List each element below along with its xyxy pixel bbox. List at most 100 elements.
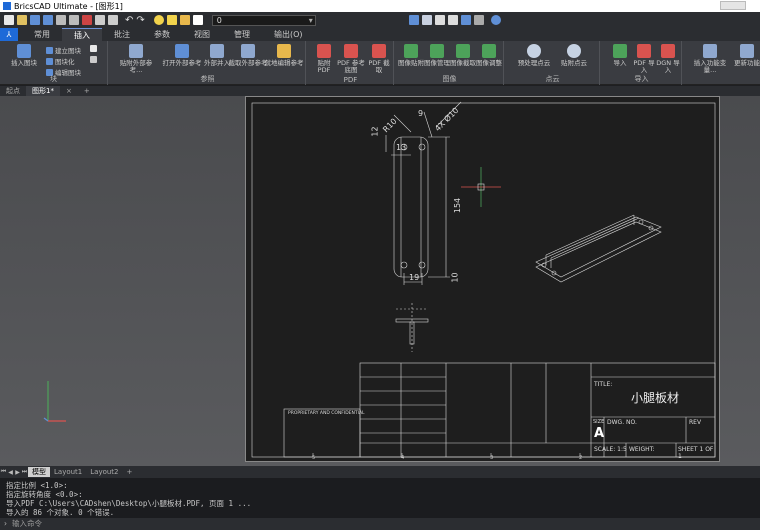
open-folder-icon[interactable] (17, 15, 27, 25)
tab-layout2[interactable]: Layout2 (86, 468, 122, 476)
tab-view[interactable]: 视图 (182, 28, 222, 41)
dgn-import-button[interactable]: DGN 导入 (656, 44, 680, 74)
zone-5: 5 (312, 455, 316, 461)
attach-pdf-button[interactable]: 贴附 PDF (312, 44, 336, 74)
next-layout-icon[interactable]: ▶ (14, 469, 21, 476)
close-tab-icon[interactable]: × (60, 86, 78, 96)
save-icon[interactable] (30, 15, 40, 25)
tab-output[interactable]: 输出(O) (262, 28, 315, 41)
image-group-label: 图像 (442, 75, 457, 83)
image-clip-button[interactable]: 图像截取 (450, 44, 476, 67)
drawing-canvas[interactable]: R10 9 4X Ø10 12 13 154 19 10 TITLE: 小腿板材… (0, 96, 760, 466)
first-layout-icon[interactable]: ⏮ (0, 468, 7, 476)
tab-home[interactable]: 常用 (22, 28, 62, 41)
preprocess-pointcloud-button[interactable]: 预处理点云 (514, 44, 554, 67)
ribbon-tab-bar: ⅄ 常用 插入 批注 参数 视图 管理 输出(O) (0, 28, 760, 41)
blockify-button[interactable]: 图块化 (46, 56, 75, 66)
pdf-clip-button[interactable]: PDF 截取 (366, 44, 392, 74)
import-button[interactable]: 导入 (608, 44, 632, 67)
scale-label: SCALE: 1:5 (594, 446, 627, 453)
document-tab-bar: 起点 图形1* × + (0, 86, 760, 96)
create-block-icon (46, 46, 53, 54)
pointcloud-group: 预处理点云 贴附点云 点云 (506, 41, 600, 85)
print-icon[interactable] (56, 15, 66, 25)
pdf-underlay-icon (344, 44, 358, 58)
save-as-icon[interactable] (43, 15, 53, 25)
layer-select[interactable]: 0 (211, 14, 316, 26)
tab-layout1[interactable]: Layout1 (50, 468, 86, 476)
image-attach-icon (404, 44, 418, 58)
pdf-clip-icon (372, 44, 386, 58)
cut-icon[interactable] (82, 15, 92, 25)
drawing-title: 小腿板材 (631, 391, 680, 405)
prev-layout-icon[interactable]: ◀ (7, 469, 14, 476)
clip-xref-icon (241, 44, 255, 58)
dim-154: 154 (453, 197, 463, 214)
paste-icon[interactable] (108, 15, 118, 25)
sun-icon[interactable] (166, 15, 177, 25)
attach-xref-button[interactable]: 贴附外部参考... (114, 44, 158, 74)
new-file-icon[interactable] (4, 15, 14, 25)
dgn-import-icon (661, 44, 675, 58)
tab-manage[interactable]: 管理 (222, 28, 262, 41)
image-attach-button[interactable]: 图像贴附 (398, 44, 424, 67)
pdf-icon (317, 44, 331, 58)
dim-10: 10 (450, 272, 460, 283)
explorer-icon[interactable] (447, 15, 458, 25)
open-xref-button[interactable]: 打开外部参考 (160, 44, 204, 67)
layer-manager-icon[interactable] (408, 15, 419, 25)
command-line: 导入PDF C:\Users\CADshen\Desktop\小腿板材.PDF,… (6, 499, 252, 508)
block-extra-icon-1[interactable] (90, 45, 97, 52)
layer-lock-icon[interactable] (179, 15, 190, 25)
command-input[interactable]: 输入命令 (0, 518, 760, 530)
blockify-icon (46, 57, 53, 65)
insert-block-button[interactable]: 插入图块 (6, 44, 42, 67)
image-adjust-icon (482, 44, 496, 58)
add-layout-button[interactable]: + (123, 468, 137, 476)
pdf-import-icon (637, 44, 651, 58)
command-line: 导入的 86 个对象. 0 个错误. (6, 508, 115, 517)
layer-color-icon[interactable] (192, 15, 203, 25)
field-icon (703, 44, 717, 58)
update-field-icon (740, 44, 754, 58)
command-line: 指定比例 <1.0>: (6, 481, 68, 490)
block-extra-icon-2[interactable] (90, 56, 97, 63)
attach-pointcloud-button[interactable]: 贴附点云 (554, 44, 594, 67)
last-layout-icon[interactable]: ⏭ (21, 468, 28, 476)
image-adjust-button[interactable]: 图像调整 (476, 44, 502, 67)
tab-insert[interactable]: 插入 (62, 28, 102, 41)
reference-group: 贴附外部参考... 打开外部参考 外部并入 截取外部参考 就地编辑参考 参照 (110, 41, 306, 85)
insert-field-button[interactable]: 插入功能变量... (690, 44, 730, 74)
match-properties-icon[interactable] (434, 15, 445, 25)
import-group-label: 导入 (634, 75, 649, 83)
block-group-label: 块 (50, 75, 57, 83)
tab-annotate[interactable]: 批注 (102, 28, 142, 41)
lightbulb-icon[interactable] (153, 15, 164, 25)
image-manage-button[interactable]: 图像管理 (424, 44, 450, 67)
image-clip-icon (456, 44, 470, 58)
drawing-explorer-icon[interactable] (460, 15, 471, 25)
quick-access-toolbar: ↶ ↷ 0 (0, 12, 760, 28)
help-icon[interactable] (490, 15, 501, 25)
grid-icon[interactable] (473, 15, 484, 25)
update-field-button[interactable]: 更新功能 (734, 44, 760, 67)
tab-parametric[interactable]: 参数 (142, 28, 182, 41)
minimize-button[interactable] (720, 1, 746, 10)
pointcloud-group-label: 点云 (545, 75, 560, 83)
redo-icon[interactable]: ↷ (136, 15, 144, 26)
print-preview-icon[interactable] (69, 15, 79, 25)
pdf-underlay-button[interactable]: PDF 参考底图 (336, 44, 366, 74)
tab-model[interactable]: 模型 (28, 467, 50, 477)
tab-start[interactable]: 起点 (0, 86, 26, 96)
properties-icon[interactable] (421, 15, 432, 25)
tab-drawing1[interactable]: 图形1* (26, 86, 60, 96)
copy-icon[interactable] (95, 15, 105, 25)
clip-xref-button[interactable]: 截取外部参考 (228, 44, 268, 67)
pdf-import-button[interactable]: PDF 导入 (632, 44, 656, 74)
undo-icon[interactable]: ↶ (125, 15, 133, 26)
dwg-no-label: DWG. NO. (607, 419, 637, 426)
create-block-button[interactable]: 建立图块 (46, 45, 81, 55)
refedit-button[interactable]: 就地编辑参考 (264, 44, 304, 67)
add-tab-icon[interactable]: + (78, 86, 96, 96)
app-menu-button[interactable]: ⅄ (0, 28, 18, 41)
